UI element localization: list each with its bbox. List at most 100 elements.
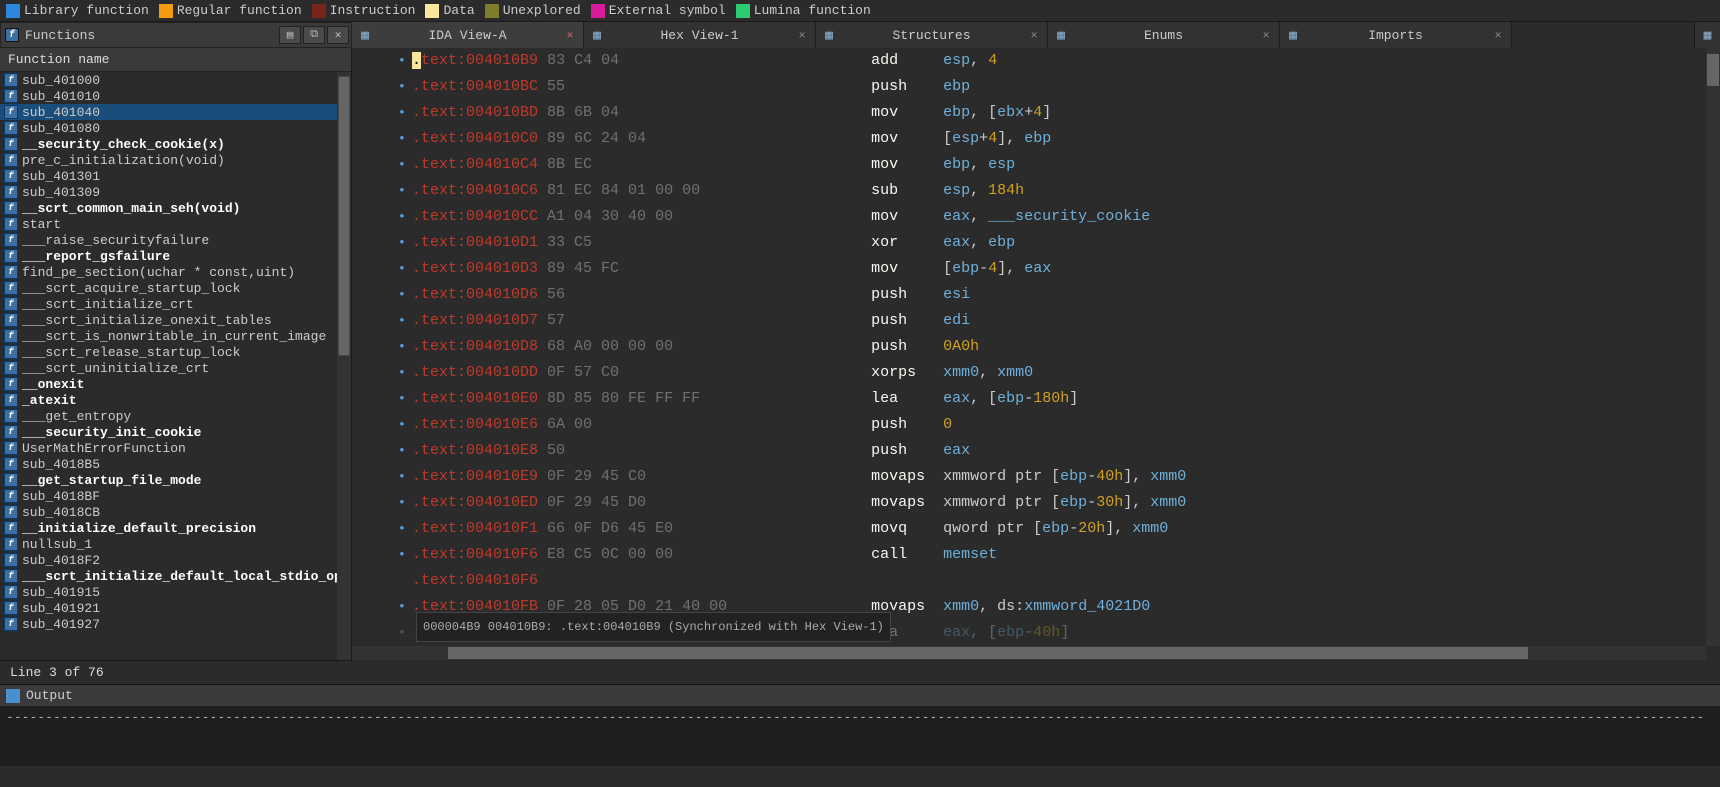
function-row[interactable]: f__get_startup_file_mode [0, 472, 351, 488]
tab-close-icon[interactable]: ✕ [1259, 28, 1273, 42]
breakpoint-dot-icon[interactable]: • [398, 516, 406, 542]
disasm-line[interactable]: •.text:004010E6 6A 00 push 0 [352, 412, 1720, 438]
breakpoint-dot-icon[interactable]: • [398, 490, 406, 516]
disasm-line[interactable]: •.text:004010E8 50 push eax [352, 438, 1720, 464]
breakpoint-dot-icon[interactable]: • [398, 152, 406, 178]
disasm-line[interactable]: •.text:004010C6 81 EC 84 01 00 00 sub es… [352, 178, 1720, 204]
disasm-line[interactable]: •.text:004010D7 57 push edi [352, 308, 1720, 334]
function-row[interactable]: fpre_c_initialization(void) [0, 152, 351, 168]
disasm-line[interactable]: •.text:004010F1 66 0F D6 45 E0 movq qwor… [352, 516, 1720, 542]
tab-close-icon[interactable]: ✕ [563, 28, 577, 42]
function-row[interactable]: fsub_401010 [0, 88, 351, 104]
function-row[interactable]: f___scrt_release_startup_lock [0, 344, 351, 360]
tab-imports[interactable]: ▦Imports✕ [1280, 22, 1512, 48]
function-row[interactable]: fsub_4018B5 [0, 456, 351, 472]
function-row[interactable]: fUserMathErrorFunction [0, 440, 351, 456]
tab-close-icon[interactable]: ✕ [1027, 28, 1041, 42]
tab-enums[interactable]: ▦Enums✕ [1048, 22, 1280, 48]
disasm-line[interactable]: •.text:004010F6 E8 C5 0C 00 00 call mems… [352, 542, 1720, 568]
disasm-hscroll-thumb[interactable] [448, 647, 1528, 659]
function-row[interactable]: fsub_401927 [0, 616, 351, 632]
function-row[interactable]: f___scrt_is_nonwritable_in_current_image [0, 328, 351, 344]
breakpoint-dot-icon[interactable]: • [398, 438, 406, 464]
function-row[interactable]: fsub_401301 [0, 168, 351, 184]
function-row[interactable]: f___scrt_acquire_startup_lock [0, 280, 351, 296]
breakpoint-dot-icon[interactable]: • [398, 178, 406, 204]
disasm-vscrollbar[interactable] [1706, 48, 1720, 646]
function-row[interactable]: fsub_401309 [0, 184, 351, 200]
tab-hex-view-1[interactable]: ▦Hex View-1✕ [584, 22, 816, 48]
disasm-line[interactable]: •.text:004010BD 8B 6B 04 mov ebp, [ebx+4… [352, 100, 1720, 126]
function-row[interactable]: f__scrt_common_main_seh(void) [0, 200, 351, 216]
tab-close-icon[interactable]: ✕ [795, 28, 809, 42]
disassembly-view[interactable]: •.text:004010B9 83 C4 04 add esp, 4•.tex… [352, 48, 1720, 660]
breakpoint-dot-icon[interactable]: • [398, 386, 406, 412]
disasm-line[interactable]: •.text:004010CC A1 04 30 40 00 mov eax, … [352, 204, 1720, 230]
disasm-line[interactable]: •.text:004010BC 55 push ebp [352, 74, 1720, 100]
tab-overflow-button[interactable]: ▦ [1694, 22, 1720, 48]
breakpoint-dot-icon[interactable]: • [398, 308, 406, 334]
function-row[interactable]: f___scrt_initialize_default_local_stdio_… [0, 568, 351, 584]
functions-scrollbar[interactable] [337, 72, 351, 660]
functions-list[interactable]: fsub_401000fsub_401010fsub_401040fsub_40… [0, 72, 351, 660]
function-row[interactable]: f___get_entropy [0, 408, 351, 424]
function-row[interactable]: f___security_init_cookie [0, 424, 351, 440]
panel-pin-button[interactable]: ⧉ [303, 26, 325, 44]
function-row[interactable]: ffind_pe_section(uchar * const,uint) [0, 264, 351, 280]
disasm-line[interactable]: .text:004010F6 [352, 568, 1720, 594]
function-row[interactable]: fsub_4018CB [0, 504, 351, 520]
output-panel-header[interactable]: Output [0, 684, 1720, 706]
breakpoint-dot-icon[interactable]: • [398, 620, 406, 646]
breakpoint-dot-icon[interactable]: • [398, 360, 406, 386]
breakpoint-dot-icon[interactable]: • [398, 412, 406, 438]
disasm-line[interactable]: •.text:004010E9 0F 29 45 C0 movaps xmmwo… [352, 464, 1720, 490]
function-row[interactable]: f___scrt_uninitialize_crt [0, 360, 351, 376]
breakpoint-dot-icon[interactable]: • [398, 100, 406, 126]
disasm-line[interactable]: •.text:004010B9 83 C4 04 add esp, 4 [352, 48, 1720, 74]
function-row[interactable]: fsub_401921 [0, 600, 351, 616]
breakpoint-dot-icon[interactable]: • [398, 334, 406, 360]
function-row[interactable]: f__onexit [0, 376, 351, 392]
disasm-line[interactable]: •.text:004010ED 0F 29 45 D0 movaps xmmwo… [352, 490, 1720, 516]
disasm-vscroll-thumb[interactable] [1707, 54, 1719, 86]
function-row[interactable]: f___raise_securityfailure [0, 232, 351, 248]
functions-scrollbar-thumb[interactable] [338, 76, 350, 356]
disasm-line[interactable]: •.text:004010D6 56 push esi [352, 282, 1720, 308]
function-row[interactable]: fstart [0, 216, 351, 232]
function-row[interactable]: f___scrt_initialize_crt [0, 296, 351, 312]
function-row[interactable]: fsub_4018BF [0, 488, 351, 504]
breakpoint-dot-icon[interactable]: • [398, 204, 406, 230]
function-row[interactable]: fsub_401915 [0, 584, 351, 600]
function-row[interactable]: f__security_check_cookie(x) [0, 136, 351, 152]
breakpoint-dot-icon[interactable]: • [398, 282, 406, 308]
breakpoint-dot-icon[interactable]: • [398, 542, 406, 568]
disasm-line[interactable]: •.text:004010C4 8B EC mov ebp, esp [352, 152, 1720, 178]
function-row[interactable]: f_atexit [0, 392, 351, 408]
disasm-line[interactable]: •.text:004010D1 33 C5 xor eax, ebp [352, 230, 1720, 256]
panel-menu-button[interactable]: ▤ [279, 26, 301, 44]
breakpoint-dot-icon[interactable]: • [398, 74, 406, 100]
panel-close-button[interactable]: ✕ [327, 26, 349, 44]
function-row[interactable]: fsub_401080 [0, 120, 351, 136]
tab-ida-view-a[interactable]: ▦IDA View-A✕ [352, 22, 584, 48]
function-row[interactable]: fsub_401040 [0, 104, 351, 120]
breakpoint-dot-icon[interactable]: • [398, 126, 406, 152]
functions-column-header[interactable]: Function name [0, 48, 351, 72]
disasm-hscrollbar[interactable] [352, 646, 1706, 660]
disasm-line[interactable]: •.text:004010C0 89 6C 24 04 mov [esp+4],… [352, 126, 1720, 152]
function-row[interactable]: fsub_4018F2 [0, 552, 351, 568]
disasm-line[interactable]: •.text:004010D8 68 A0 00 00 00 push 0A0h [352, 334, 1720, 360]
function-row[interactable]: f___report_gsfailure [0, 248, 351, 264]
function-row[interactable]: f__initialize_default_precision [0, 520, 351, 536]
breakpoint-dot-icon[interactable]: • [398, 48, 406, 74]
function-row[interactable]: f___scrt_initialize_onexit_tables [0, 312, 351, 328]
tab-structures[interactable]: ▦Structures✕ [816, 22, 1048, 48]
breakpoint-dot-icon[interactable]: • [398, 594, 406, 620]
tab-close-icon[interactable]: ✕ [1491, 28, 1505, 42]
breakpoint-dot-icon[interactable]: • [398, 464, 406, 490]
breakpoint-dot-icon[interactable]: • [398, 256, 406, 282]
breakpoint-dot-icon[interactable]: • [398, 230, 406, 256]
disasm-line[interactable]: •.text:004010D3 89 45 FC mov [ebp-4], ea… [352, 256, 1720, 282]
function-row[interactable]: fsub_401000 [0, 72, 351, 88]
function-row[interactable]: fnullsub_1 [0, 536, 351, 552]
